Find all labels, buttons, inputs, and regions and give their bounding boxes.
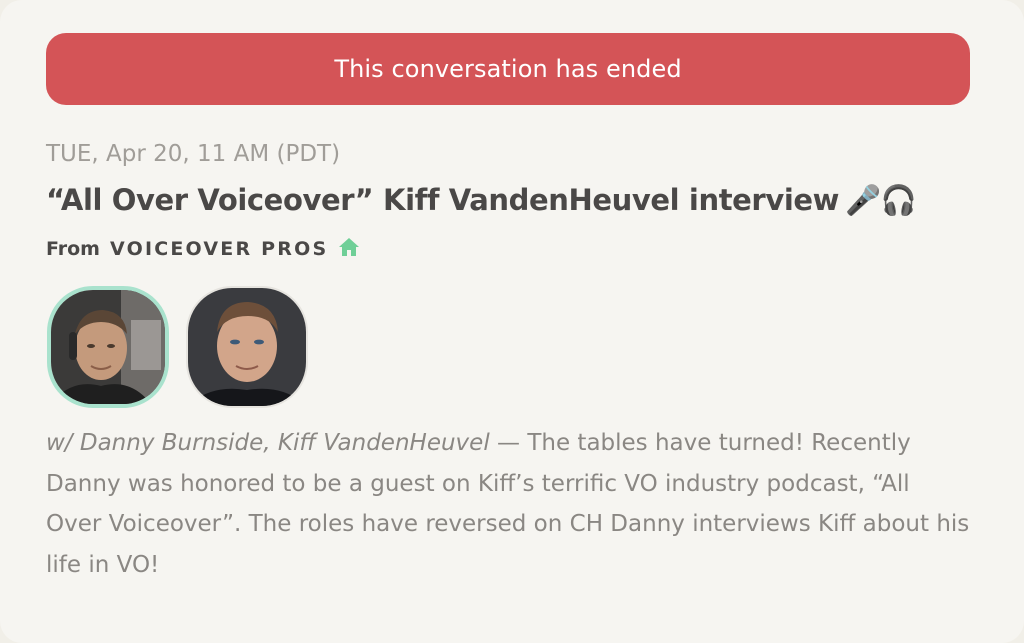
- event-card: This conversation has ended TUE, Apr 20,…: [0, 0, 1024, 643]
- speaker-photo-1: [51, 290, 165, 404]
- speaker-avatar-danny-burnside[interactable]: [47, 286, 169, 408]
- club-name-link[interactable]: VOICEOVER PROS: [110, 238, 328, 260]
- description-separator: —: [489, 430, 528, 456]
- conversation-ended-banner: This conversation has ended: [46, 33, 970, 105]
- event-description: w/ Danny Burnside, Kiff VandenHeuvel — T…: [46, 423, 971, 585]
- from-label: From: [46, 238, 100, 260]
- conversation-ended-text: This conversation has ended: [334, 55, 682, 83]
- speaker-avatar-kiff-vandenheuvel[interactable]: [186, 286, 308, 408]
- speaker-photo-2: [188, 288, 306, 406]
- microphone-headphones-icon: 🎤🎧: [845, 183, 917, 217]
- event-title-row: “All Over Voiceover” Kiff VandenHeuvel i…: [46, 183, 917, 218]
- home-icon: [339, 238, 360, 256]
- event-datetime: TUE, Apr 20, 11 AM (PDT): [46, 141, 341, 167]
- event-title: “All Over Voiceover” Kiff VandenHeuvel i…: [46, 183, 840, 217]
- speaker-names: w/ Danny Burnside, Kiff VandenHeuvel: [46, 430, 490, 456]
- club-attribution: From VOICEOVER PROS: [46, 237, 360, 260]
